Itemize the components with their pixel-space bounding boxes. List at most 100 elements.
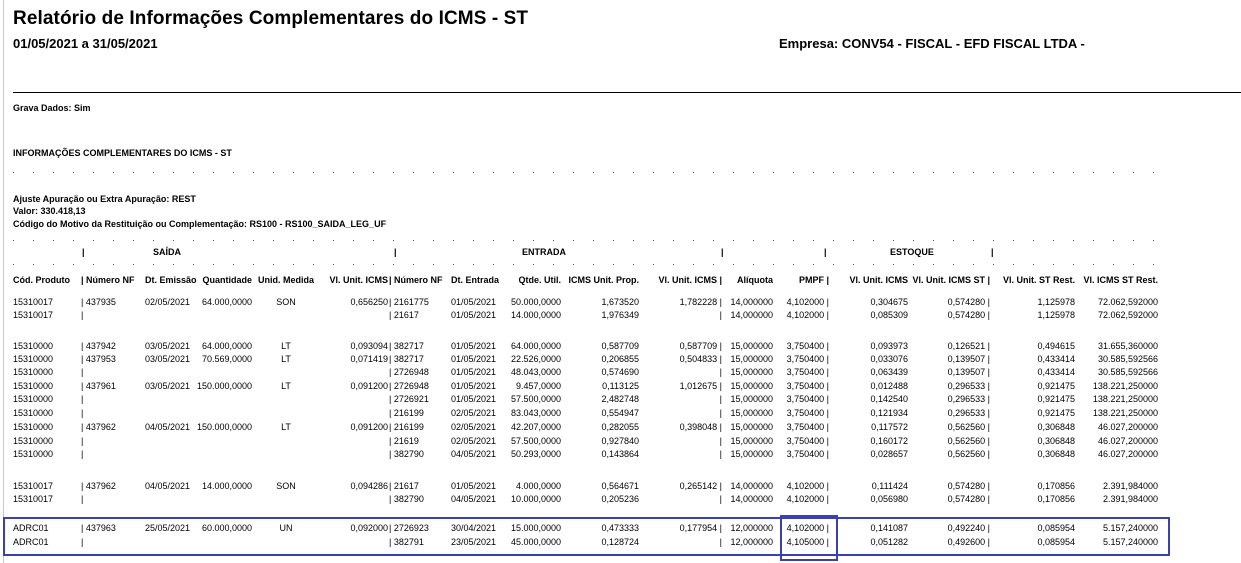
table-cell: 15310000 — [13, 449, 54, 459]
table-cell: | — [81, 394, 84, 404]
table-cell: | — [81, 310, 84, 320]
table-cell: 0,306848 — [1037, 449, 1075, 459]
table-cell: 0,296533 | — [947, 408, 990, 418]
table-cell: 3,750400 | — [786, 394, 829, 404]
section-title: INFORMAÇÕES COMPLEMENTARES DO ICMS - ST — [13, 148, 232, 158]
table-cell: 0,921475 — [1037, 408, 1075, 418]
table-cell: 0,574280 | — [947, 297, 990, 307]
table-cell: 57.500,0000 — [510, 436, 561, 446]
group-estoque: ESTOQUE — [890, 247, 934, 257]
table-cell: 64.000,0000 — [201, 341, 252, 351]
ajuste-apuracao: Ajuste Apuração ou Extra Apuração: REST — [13, 194, 196, 204]
header-divider — [13, 92, 1241, 93]
group-divider: | — [824, 247, 827, 257]
table-cell: 0,562560 | — [947, 436, 990, 446]
table-cell: | 437962 — [81, 481, 116, 491]
table-cell: | 382790 — [389, 494, 424, 504]
table-cell: 15310017 — [13, 310, 54, 320]
table-cell: 9.457,0000 — [515, 381, 561, 391]
table-cell: 138.221,250000 — [1092, 381, 1158, 391]
table-cell: | 437961 — [81, 381, 116, 391]
table-cell: 150.000,0000 — [196, 381, 252, 391]
table-cell: 0,921475 — [1037, 394, 1075, 404]
column-header: Quantidade — [202, 275, 252, 285]
table-cell: 2,482748 — [601, 394, 639, 404]
table-cell: | — [81, 494, 84, 504]
table-cell: | 21617 — [389, 481, 419, 491]
table-cell: 0,143864 — [601, 449, 639, 459]
table-cell: 4,102000 | — [786, 297, 829, 307]
table-cell: 64.000,0000 — [510, 341, 561, 351]
grava-dados: Grava Dados: Sim — [13, 103, 91, 113]
page-left-border — [3, 0, 4, 563]
table-cell: 3,750400 | — [786, 341, 829, 351]
table-cell: 0,562560 | — [947, 449, 990, 459]
table-cell: | 21617 — [389, 310, 419, 320]
column-header: | Número NF — [81, 275, 135, 285]
table-cell: 0,574280 | — [947, 481, 990, 491]
table-cell: 15310000 — [13, 367, 54, 377]
table-cell: | 2726948 — [389, 381, 429, 391]
table-cell: 0,121934 — [870, 408, 908, 418]
table-cell: 2.391,984000 — [1102, 481, 1158, 491]
table-cell: 2.391,984000 — [1102, 494, 1158, 504]
column-header: Qtde. Util. — [518, 275, 562, 285]
table-cell: 0,304675 — [870, 297, 908, 307]
table-cell: 0,012488 — [870, 381, 908, 391]
table-cell: | 437942 — [81, 341, 116, 351]
table-cell: 4.000,0000 — [515, 481, 561, 491]
table-cell: 0,142540 — [870, 394, 908, 404]
table-cell: 22.526,0000 — [510, 354, 561, 364]
table-cell: 15310000 — [13, 394, 54, 404]
table-cell: 3,750400 | — [786, 422, 829, 432]
table-cell: 0,282055 — [601, 422, 639, 432]
column-header: PMPF | — [798, 275, 829, 285]
table-cell: 0,306848 — [1037, 422, 1075, 432]
table-cell: 0,113125 — [602, 381, 639, 391]
group-saida: SAÍDA — [153, 247, 182, 257]
table-cell: | 437953 — [81, 354, 116, 364]
column-header: Vl. Unit. ST Rest. — [1002, 275, 1075, 285]
table-cell: 0,554947 — [601, 408, 639, 418]
table-cell: 10.000,0000 — [510, 494, 561, 504]
highlight-pmpf-values — [780, 515, 838, 561]
dotted-separator — [13, 240, 1173, 241]
table-cell: 3,750400 | — [786, 354, 829, 364]
table-cell: 3,750400 | — [786, 408, 829, 418]
column-header: Vl. Unit. ICMS — [329, 275, 389, 285]
table-cell: 0,927840 — [601, 436, 639, 446]
table-cell: | 382790 — [389, 449, 424, 459]
table-cell: 1,673520 — [601, 297, 639, 307]
table-cell: 15310000 — [13, 341, 54, 351]
company-name: Empresa: CONV54 - FISCAL - EFD FISCAL LT… — [779, 36, 1085, 51]
table-cell: 64.000,0000 — [201, 297, 252, 307]
table-cell: 14.000,0000 — [510, 310, 561, 320]
table-cell: 1,125978 — [1037, 310, 1075, 320]
table-cell: 15310000 — [13, 422, 54, 432]
table-cell: 4,102000 | — [786, 481, 829, 491]
table-cell: 0,494615 — [1037, 341, 1075, 351]
table-cell: 0,574280 | — [947, 310, 990, 320]
table-cell: 70.569,0000 — [201, 354, 252, 364]
report-period: 01/05/2021 a 31/05/2021 — [13, 36, 158, 51]
table-cell: 0,433414 — [1037, 354, 1075, 364]
table-cell: 150.000,0000 — [196, 422, 252, 432]
table-cell: 1,125978 — [1037, 297, 1075, 307]
table-cell: 0,093973 — [870, 341, 908, 351]
table-cell: 0,056980 — [870, 494, 908, 504]
table-cell: 0,587709 — [601, 341, 639, 351]
table-cell: 138.221,250000 — [1092, 408, 1158, 418]
table-cell: 31.655,360000 — [1097, 341, 1158, 351]
table-cell: 0,296533 | — [947, 394, 990, 404]
column-header: ICMS Unit. Prop. — [568, 275, 640, 285]
table-cell: 0,206855 — [601, 354, 639, 364]
table-cell: | — [81, 449, 84, 459]
ajuste-valor: Valor: 330.418,13 — [13, 206, 86, 216]
column-header: Vl. Unit. ICMS ST | — [912, 275, 990, 285]
table-cell: 57.500,0000 — [510, 394, 561, 404]
table-cell: 0,085309 — [870, 310, 908, 320]
table-cell: 50.293,0000 — [510, 449, 561, 459]
dotted-separator — [13, 172, 1173, 173]
table-cell: 1,976349 — [601, 310, 639, 320]
table-cell: 0,306848 — [1037, 436, 1075, 446]
